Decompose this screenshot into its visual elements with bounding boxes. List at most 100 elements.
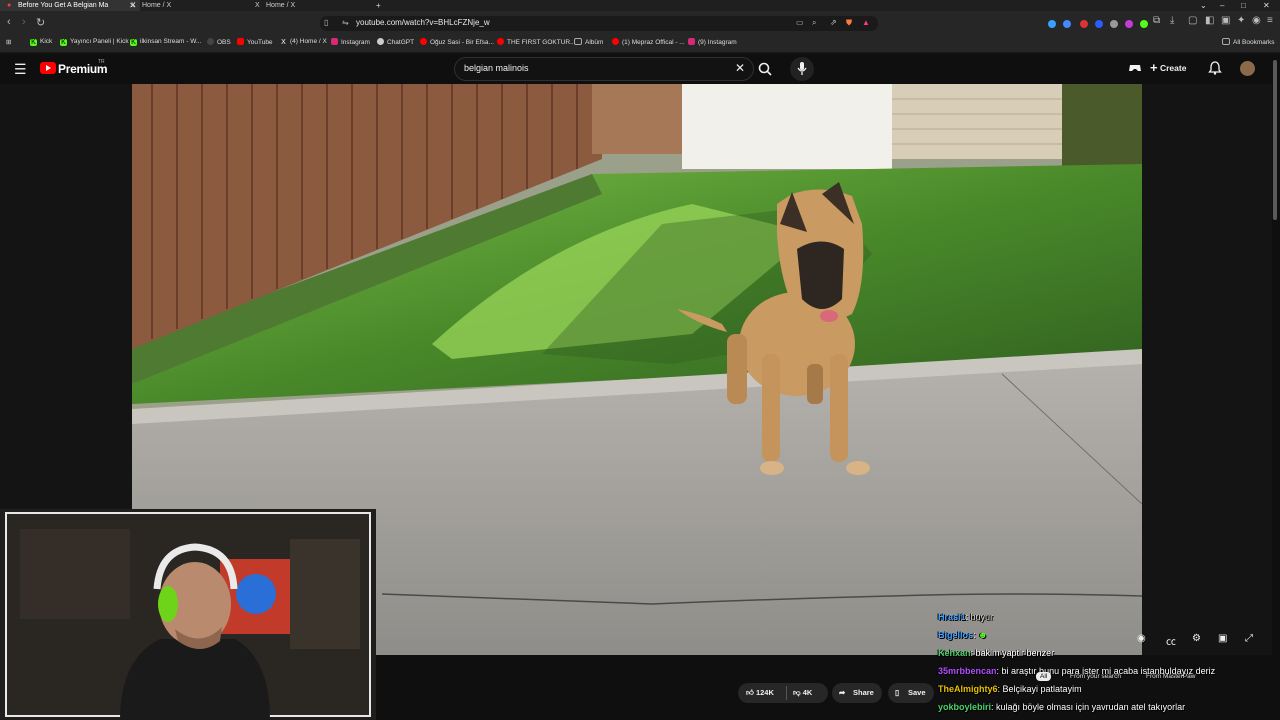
tab-search-icon[interactable]: ⌄ bbox=[1200, 0, 1207, 11]
chat-text: bakim yaptir benzer bbox=[975, 648, 1055, 658]
folder-icon bbox=[574, 38, 582, 45]
url-text[interactable]: youtube.com/watch?v=BHLcFZNje_w bbox=[356, 18, 490, 27]
chat-username: Bigellos bbox=[938, 630, 974, 640]
forward-icon[interactable]: › bbox=[22, 16, 26, 28]
chat-username: Hrasi1 bbox=[938, 612, 966, 622]
screenshot-icon[interactable]: ▭ bbox=[796, 18, 804, 27]
bookmark-stream[interactable]: Kilkinsan Stream - W... bbox=[130, 38, 201, 46]
vpn-icon[interactable]: ◉ bbox=[1252, 15, 1261, 26]
bookmark-oguz[interactable]: Oğuz Sasi - Bir Efsa... bbox=[420, 38, 494, 46]
address-bar[interactable]: ▯ ⇋ youtube.com/watch?v=BHLcFZNje_w ▭ ⌕ … bbox=[320, 16, 878, 31]
browser-tab-x-1[interactable]: X Home / X bbox=[124, 0, 264, 11]
extension-icon[interactable] bbox=[1125, 20, 1133, 28]
maximize-icon[interactable]: □ bbox=[1241, 0, 1246, 11]
thumbs-up-icon: 👍︎ bbox=[746, 688, 754, 697]
extension-icon[interactable] bbox=[1063, 20, 1071, 28]
shield-icon[interactable]: ⛊ bbox=[846, 18, 852, 28]
sidebar-icon[interactable]: ◧ bbox=[1205, 15, 1214, 26]
bookmark-instagram-9[interactable]: (9) Instagram bbox=[688, 38, 737, 46]
bookmark-chatgpt[interactable]: ChatGPT bbox=[377, 38, 414, 46]
share-arrow-icon: ➦ bbox=[839, 688, 846, 697]
page-scrollbar[interactable] bbox=[1273, 60, 1277, 220]
chat-text: Belçikayi patlatayim bbox=[1002, 684, 1082, 694]
all-bookmarks[interactable]: All Bookmarks bbox=[1222, 38, 1275, 46]
apps-grid-icon[interactable]: ⊞ bbox=[6, 38, 11, 46]
chip-all[interactable]: All bbox=[1036, 672, 1052, 681]
leo-icon[interactable]: ✦ bbox=[1237, 15, 1245, 26]
bookmark-obs[interactable]: OBS bbox=[207, 38, 231, 46]
x-icon: X bbox=[281, 39, 286, 46]
voice-search-button[interactable] bbox=[790, 57, 814, 81]
bookmark-goktur[interactable]: THE FIRST GOKTUR... bbox=[497, 38, 576, 46]
new-tab-button[interactable]: + bbox=[376, 0, 381, 11]
rewards-icon[interactable]: ▲ bbox=[862, 18, 870, 27]
chat-message: TheAlmighty6: Belçikayi patlatayim bbox=[938, 684, 1082, 694]
account-avatar[interactable] bbox=[1240, 61, 1255, 76]
player-right-background bbox=[1142, 84, 1272, 655]
thumbs-down-icon: 👎︎ bbox=[793, 688, 801, 697]
youtube-icon bbox=[497, 38, 504, 45]
browser-toolbar: ‹ › ↻ ▯ ⇋ youtube.com/watch?v=BHLcFZNje_… bbox=[0, 11, 1280, 35]
youtube-icon bbox=[237, 38, 244, 45]
kick-icon: K bbox=[130, 39, 137, 46]
chat-icon[interactable]: ▢ bbox=[1188, 15, 1197, 26]
microphone-icon bbox=[797, 62, 807, 75]
region-code: TR bbox=[98, 59, 105, 65]
like-button[interactable]: 👍︎ 124K bbox=[746, 683, 774, 703]
browser-tab-x-2[interactable]: X Home / X bbox=[248, 0, 388, 11]
bookmark-x-home[interactable]: X (4) Home / X bbox=[280, 38, 327, 46]
save-button[interactable]: ▯ Save bbox=[888, 683, 934, 703]
clear-search-icon[interactable]: ✕ bbox=[735, 61, 745, 75]
extension-icon[interactable] bbox=[1110, 20, 1118, 28]
site-info-icon[interactable]: ⇋ bbox=[342, 18, 349, 27]
search-button[interactable] bbox=[752, 57, 778, 81]
chat-text: kulağı böyle olması için yavrudan atel t… bbox=[996, 702, 1186, 712]
extension-icon[interactable] bbox=[1095, 20, 1103, 28]
notifications-bell-icon[interactable] bbox=[1208, 61, 1222, 75]
webcam-overlay bbox=[0, 509, 376, 720]
chip-from-masterpaw[interactable]: From MasterPaw bbox=[1146, 673, 1195, 680]
share-page-icon[interactable]: ⇗ bbox=[830, 18, 837, 27]
obs-icon bbox=[207, 38, 214, 45]
minimize-icon[interactable]: – bbox=[1220, 0, 1224, 11]
dislike-button[interactable]: 👎︎ 4K bbox=[793, 683, 812, 703]
chat-message: Kehxan: bakim yaptir benzer bbox=[938, 648, 1055, 658]
bookmark-kick-panel[interactable]: K Yayıncı Paneli | Kick bbox=[60, 38, 129, 46]
x-favicon-icon: X bbox=[255, 2, 260, 9]
extension-icon[interactable] bbox=[1080, 20, 1088, 28]
tab-title: Home / X bbox=[142, 2, 172, 9]
close-window-icon[interactable]: ✕ bbox=[1263, 0, 1270, 11]
browser-menu-icon[interactable]: ≡ bbox=[1267, 15, 1273, 26]
youtube-favicon-icon: ● bbox=[7, 2, 12, 9]
wallet-icon[interactable]: ▣ bbox=[1221, 15, 1230, 26]
bookmark-youtube[interactable]: YouTube bbox=[237, 38, 273, 46]
search-input[interactable]: belgian malinois ✕ bbox=[454, 57, 754, 81]
chat-message-partial: Bigellos: ☻ bbox=[938, 630, 988, 640]
bookmark-mepraz[interactable]: (1) Mepraz Offical - ... bbox=[612, 38, 685, 46]
chat-username: Kehxan bbox=[938, 648, 971, 658]
back-icon[interactable]: ‹ bbox=[7, 16, 11, 28]
search-query[interactable]: belgian malinois bbox=[464, 63, 529, 73]
chip-from-your-search[interactable]: From your search bbox=[1070, 673, 1121, 680]
live-chat-overlay: Hrasi1: buyur Bigellos: ☻ Kehxan: bakim … bbox=[938, 608, 1258, 716]
reload-icon[interactable]: ↻ bbox=[36, 16, 45, 29]
chat-message: yokboylebiri: kulağı böyle olması için y… bbox=[938, 702, 1186, 712]
browser-tab-youtube[interactable]: ● Before You Get A Belgian Ma ✕ bbox=[0, 0, 140, 11]
bookmark-kick[interactable]: K Kick bbox=[30, 38, 52, 46]
game-controller-icon[interactable] bbox=[1128, 61, 1142, 75]
bookmark-instagram[interactable]: Instagram bbox=[331, 38, 370, 46]
extension-icon[interactable] bbox=[1048, 20, 1056, 28]
extensions-puzzle-icon[interactable]: ⧉ bbox=[1153, 15, 1160, 26]
youtube-logo-icon[interactable] bbox=[40, 62, 56, 74]
zoom-icon[interactable]: ⌕ bbox=[812, 18, 816, 28]
bookmark-album[interactable]: Albüm bbox=[574, 38, 603, 46]
hamburger-menu-icon[interactable]: ☰ bbox=[14, 61, 27, 78]
extension-icon[interactable] bbox=[1140, 20, 1148, 28]
chatgpt-icon bbox=[377, 38, 384, 45]
kick-icon: K bbox=[30, 39, 37, 46]
search-icon bbox=[758, 62, 772, 76]
downloads-icon[interactable]: ⤓ bbox=[1170, 15, 1174, 26]
create-button[interactable]: + Create bbox=[1150, 60, 1186, 76]
share-button[interactable]: ➦ Share bbox=[832, 683, 882, 703]
bookmark-page-icon[interactable]: ▯ bbox=[324, 18, 328, 27]
